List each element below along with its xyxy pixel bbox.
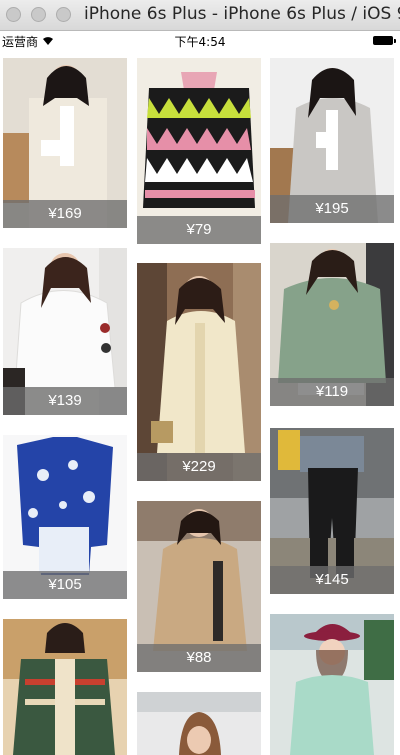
price-label: ¥145: [270, 566, 394, 594]
product-card[interactable]: [270, 614, 394, 755]
close-window-button[interactable]: [6, 7, 21, 22]
woman-long-hair-photo: [137, 692, 261, 755]
price-label: ¥169: [3, 200, 127, 228]
status-time: 下午4:54: [174, 35, 226, 49]
product-card[interactable]: ¥105: [3, 435, 127, 599]
product-card[interactable]: ¥88: [137, 501, 261, 672]
product-waterfall-grid[interactable]: ¥169 ¥139 ¥105 ¥79 ¥229 ¥88 ¥195 ¥119 ¥1…: [0, 50, 400, 755]
product-card[interactable]: ¥145: [270, 428, 394, 594]
simulator-title-bar: iPhone 6s Plus - iPhone 6s Plus / iOS 9.…: [0, 0, 400, 31]
product-card[interactable]: ¥169: [3, 58, 127, 228]
product-card[interactable]: ¥79: [137, 58, 261, 244]
price-label: ¥105: [3, 571, 127, 599]
price-label: ¥88: [137, 644, 261, 672]
zoom-window-button[interactable]: [56, 7, 71, 22]
product-card[interactable]: ¥229: [137, 263, 261, 481]
price-label: ¥229: [137, 453, 261, 481]
woman-in-mint-coat-photo: [270, 614, 394, 755]
ios-status-bar: 运营商 下午4:54: [0, 31, 400, 50]
price-label: ¥139: [3, 387, 127, 415]
minimize-window-button[interactable]: [31, 7, 46, 22]
product-card[interactable]: [3, 619, 127, 755]
price-label: ¥119: [270, 378, 394, 406]
woman-in-beige-coat-photo: [137, 263, 261, 481]
product-card[interactable]: ¥139: [3, 248, 127, 415]
product-card[interactable]: ¥195: [270, 58, 394, 223]
window-title: iPhone 6s Plus - iPhone 6s Plus / iOS 9.…: [84, 4, 400, 24]
price-label: ¥195: [270, 195, 394, 223]
product-card[interactable]: ¥119: [270, 243, 394, 406]
battery-icon: [373, 36, 396, 45]
price-label: ¥79: [137, 216, 261, 244]
product-card[interactable]: [137, 692, 261, 755]
knit-cardigan-photo: [3, 619, 127, 755]
